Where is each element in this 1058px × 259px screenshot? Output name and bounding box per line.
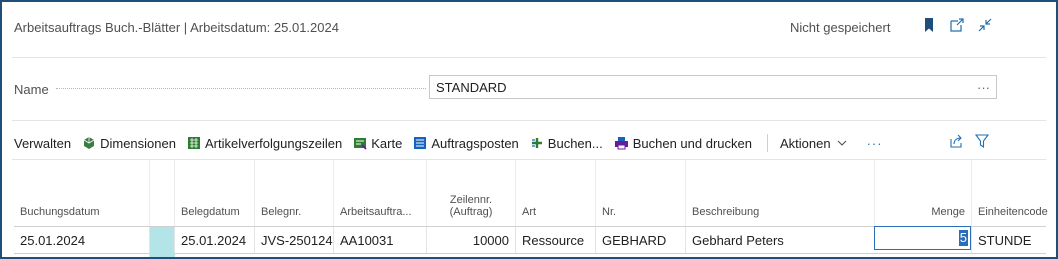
- save-status: Nicht gespeichert: [790, 20, 891, 35]
- name-more-button[interactable]: ···: [977, 80, 990, 95]
- action-bar: Verwalten Dimensionen Artikelverfolgungs…: [14, 133, 894, 153]
- filter-icon[interactable]: [974, 133, 990, 149]
- row-selection-indicator[interactable]: [149, 227, 174, 253]
- column-header-beschreibung[interactable]: Beschreibung: [685, 160, 874, 226]
- post-icon: [531, 138, 542, 148]
- action-auftragsposten[interactable]: Auftragsposten: [413, 135, 519, 151]
- collapse-icon[interactable]: [976, 16, 994, 34]
- action-buchen[interactable]: Buchen...: [530, 136, 603, 151]
- action-artikelverfolgungszeilen[interactable]: Artikelverfolgungszeilen: [187, 136, 342, 151]
- cell-nr[interactable]: GEBHARD: [595, 227, 685, 253]
- post-print-icon: [614, 137, 628, 150]
- menge-value: 5: [958, 230, 968, 246]
- divider: [12, 120, 1046, 121]
- cell-belegdatum[interactable]: 25.01.2024: [174, 227, 254, 253]
- column-header-menge[interactable]: Menge: [874, 160, 971, 226]
- grid-header: Buchungsdatum Belegdatum Belegnr. Arbeit…: [14, 160, 1048, 226]
- name-label: Name: [14, 82, 49, 97]
- dimensions-icon: [83, 137, 95, 149]
- column-header-zeilennr-line1: Zeilennr.: [449, 194, 493, 206]
- cell-art[interactable]: Ressource: [515, 227, 595, 253]
- bookmark-icon[interactable]: [920, 16, 938, 34]
- item-tracking-icon: [187, 137, 200, 149]
- chevron-down-icon: [837, 140, 846, 146]
- action-buchen-und-drucken[interactable]: Buchen und drucken: [614, 136, 752, 151]
- aktionen-menu[interactable]: Aktionen: [780, 136, 852, 151]
- column-header-belegdatum[interactable]: Belegdatum: [174, 160, 254, 226]
- column-header-art[interactable]: Art: [515, 160, 595, 226]
- action-label: Dimensionen: [100, 135, 176, 151]
- action-label: Artikelverfolgungszeilen: [204, 135, 343, 151]
- entries-icon: [414, 137, 427, 149]
- divider: [12, 57, 1046, 58]
- table-row-partial: [14, 253, 1046, 257]
- action-label: Buchen und drucken: [632, 135, 752, 151]
- cell-einheitencode[interactable]: STUNDE: [971, 227, 1046, 253]
- action-label: Karte: [371, 135, 403, 151]
- cell-belegnr[interactable]: JVS-250124: [254, 227, 333, 253]
- page-title: Arbeitsauftrags Buch.-Blätter | Arbeitsd…: [14, 20, 339, 35]
- toolbar-divider: [767, 134, 768, 152]
- name-input[interactable]: STANDARD: [429, 75, 997, 99]
- cell-buchungsdatum[interactable]: 25.01.2024: [14, 227, 149, 253]
- action-label: Buchen...: [547, 135, 603, 151]
- action-label: Verwalten: [14, 135, 72, 151]
- aktionen-label: Aktionen: [780, 135, 831, 151]
- column-header-indicator: [149, 160, 174, 226]
- column-header-zeilennr[interactable]: Zeilennr. (Auftrag): [426, 160, 515, 226]
- column-header-einheitencode[interactable]: Einheitencode: [971, 160, 1048, 226]
- action-verwalten[interactable]: Verwalten: [14, 136, 71, 151]
- column-header-nr[interactable]: Nr.: [595, 160, 685, 226]
- action-label: Auftragsposten: [431, 135, 519, 151]
- column-header-arbeitsauftrag[interactable]: Arbeitsauftra...: [333, 160, 426, 226]
- card-icon: [354, 138, 367, 150]
- cell-zeilennr[interactable]: 10000: [426, 227, 515, 253]
- menge-input[interactable]: 5: [874, 226, 971, 250]
- cell-beschreibung[interactable]: Gebhard Peters: [685, 227, 874, 253]
- action-karte[interactable]: Karte: [353, 136, 402, 151]
- more-actions-button[interactable]: ···: [867, 136, 883, 151]
- row-indicator-partial: [149, 253, 175, 257]
- column-header-zeilennr-line2: (Auftrag): [449, 206, 493, 218]
- cell-arbeitsauftrag[interactable]: AA10031: [333, 227, 426, 253]
- open-new-window-icon[interactable]: [948, 16, 966, 34]
- page-frame: Arbeitsauftrags Buch.-Blätter | Arbeitsd…: [0, 0, 1058, 259]
- dotted-leader: [56, 88, 426, 89]
- column-header-buchungsdatum[interactable]: Buchungsdatum: [14, 160, 149, 226]
- share-icon[interactable]: [948, 133, 964, 149]
- column-header-belegnr[interactable]: Belegnr.: [254, 160, 333, 226]
- action-dimensionen[interactable]: Dimensionen: [82, 136, 176, 151]
